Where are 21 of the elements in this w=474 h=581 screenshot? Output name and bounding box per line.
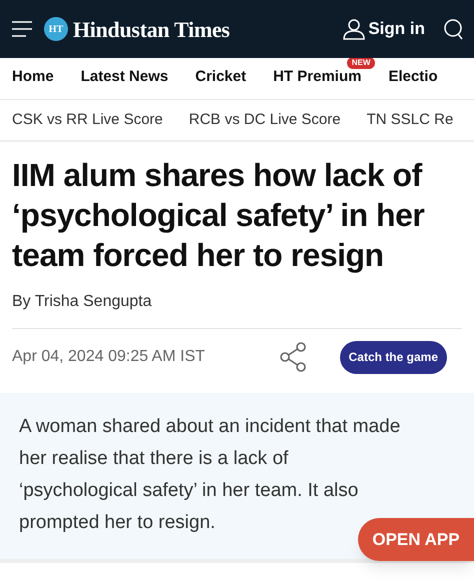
search-icon[interactable] xyxy=(443,18,463,40)
byline: By Trisha Sengupta xyxy=(12,290,462,329)
logo-text[interactable]: Hindustan Times xyxy=(73,12,230,46)
sign-in-link[interactable]: Sign in xyxy=(368,16,425,42)
user-icon xyxy=(343,18,366,40)
publish-date: Apr 04, 2024 09:25 AM IST xyxy=(12,347,206,367)
menu-icon[interactable] xyxy=(11,21,33,37)
nav-link[interactable]: Home xyxy=(12,68,54,85)
nav-link[interactable]: Electio xyxy=(388,68,438,85)
trending-link[interactable]: TN SSLC Re xyxy=(366,108,454,132)
share-icon[interactable] xyxy=(278,342,307,372)
new-badge: NEW xyxy=(346,58,376,69)
nav-link[interactable]: HT Premium xyxy=(273,68,362,85)
trending-link[interactable]: CSK vs RR Live Score xyxy=(12,108,163,132)
logo-mark: HT xyxy=(44,17,68,41)
trending-link[interactable]: RCB vs DC Live Score xyxy=(188,108,341,132)
open-app-button[interactable]: OPEN APP xyxy=(358,518,474,561)
catch-the-game-button[interactable]: Catch the game xyxy=(340,340,447,374)
headline: IIM alum shares how lack of ‘psychological safety’ in her team forced her to resign xyxy=(12,156,426,275)
nav-link[interactable]: Cricket xyxy=(195,68,246,85)
nav-link[interactable]: Latest News xyxy=(80,68,168,85)
